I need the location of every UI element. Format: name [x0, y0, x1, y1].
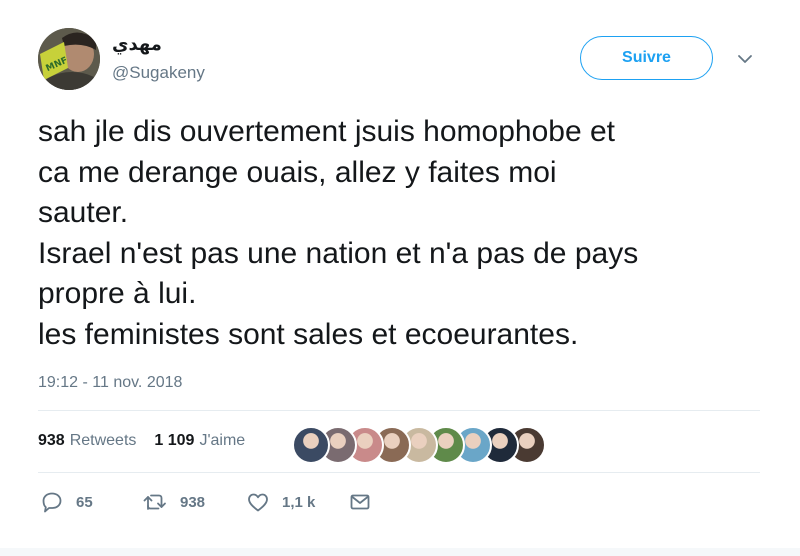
- tweet-stats: 938 Retweets 1 109 J'aime: [38, 432, 245, 450]
- tweet-text-line: ca me derange ouais, allez y faites moi: [38, 155, 557, 189]
- like-button[interactable]: 1,1 k: [246, 490, 315, 514]
- divider: [38, 472, 760, 473]
- tweet-text: sah jle dis ouvertement jsuis homophobe …: [38, 112, 778, 355]
- likes-label[interactable]: J'aime: [199, 432, 245, 450]
- tweet-text-line: Israel n'est pas une nation et n'a pas d…: [38, 236, 639, 270]
- heart-icon: [246, 490, 270, 514]
- avatar[interactable]: MNF: [38, 28, 100, 90]
- reply-count: 65: [76, 493, 93, 511]
- display-name[interactable]: مهدي: [112, 34, 162, 55]
- tweet-text-line: sauter.: [38, 196, 129, 229]
- liker-avatar[interactable]: [292, 426, 330, 464]
- retweet-icon: [142, 490, 168, 514]
- divider: [38, 410, 760, 411]
- retweet-count: 938: [180, 493, 206, 511]
- user-handle[interactable]: @Sugakeny: [112, 63, 205, 83]
- retweet-button[interactable]: 938: [142, 490, 205, 514]
- tweet-text-line: les feministes sont sales et ecoeurantes…: [38, 317, 579, 351]
- tweet-timestamp[interactable]: 19:12 - 11 nov. 2018: [38, 374, 182, 392]
- like-count: 1,1 k: [282, 493, 316, 511]
- reply-button[interactable]: 65: [40, 490, 93, 514]
- tweet-card: MNF مهدي @Sugakeny Suivre sah jle dis ou…: [0, 0, 800, 556]
- tweet-text-line: propre à lui.: [38, 277, 197, 310]
- tweet-text-line: sah jle dis ouvertement jsuis homophobe …: [38, 115, 616, 148]
- envelope-icon: [348, 490, 372, 514]
- card-bottom-border: [0, 548, 800, 556]
- direct-message-button[interactable]: [348, 490, 372, 514]
- follow-button[interactable]: Suivre: [580, 36, 713, 80]
- retweets-label[interactable]: Retweets: [70, 432, 137, 450]
- likes-count[interactable]: 1 109: [154, 432, 194, 450]
- chevron-down-icon[interactable]: [736, 52, 754, 66]
- reply-icon: [40, 490, 64, 514]
- retweets-count[interactable]: 938: [38, 432, 65, 450]
